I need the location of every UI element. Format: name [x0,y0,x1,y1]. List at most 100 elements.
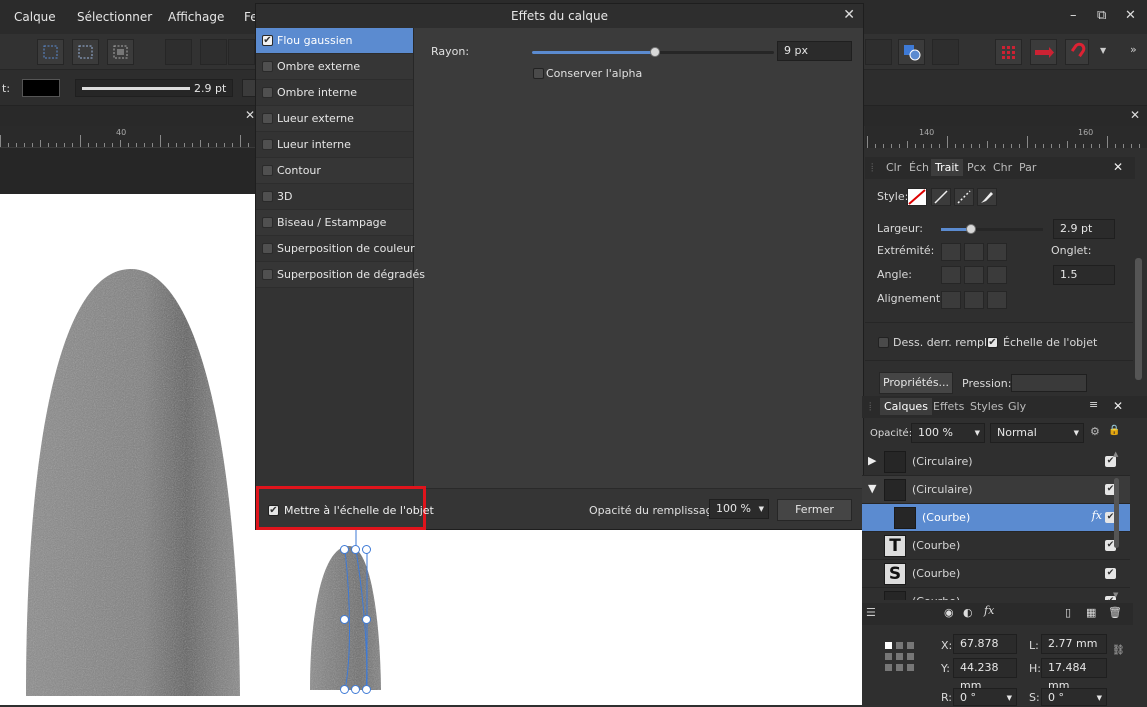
layer-visibility-checkbox[interactable]: ✔ [1105,568,1116,579]
grip-icon[interactable]: ⦙ [869,400,871,414]
effect-item[interactable]: Ombre externe [256,54,413,80]
chevron-down-icon[interactable]: ▼ [1100,46,1106,55]
scroll-down-icon[interactable]: ▼ [1113,591,1118,599]
geometry-icon[interactable] [932,39,959,65]
effect-item[interactable]: Superposition de dégradés [256,262,425,288]
magnet-icon[interactable] [1065,39,1089,65]
no-stroke-icon[interactable] [907,188,927,206]
close-button[interactable]: Fermer [777,499,852,521]
rotation-select[interactable]: 0 ° ▼ [953,688,1017,706]
effect-checkbox[interactable] [262,113,273,124]
layers-stack-icon[interactable]: ☰ [866,606,876,619]
anchor-selector[interactable] [883,639,923,675]
tab-layers[interactable]: Calques [880,398,932,415]
align-center-icon[interactable] [964,291,984,309]
layer-row[interactable]: ▼ (Circulaire) ✔ [862,476,1130,504]
selection-handle[interactable] [340,545,349,554]
link-icon[interactable]: ⛓ [1112,645,1125,656]
selection-handle[interactable] [340,685,349,694]
blend-mode-select[interactable]: Normal ▼ [990,423,1084,443]
miter-input[interactable]: 1.5 [1053,265,1115,285]
tab-ech[interactable]: Éch [909,161,929,174]
tab-styles[interactable]: Styles [970,400,1003,413]
effect-checkbox[interactable]: ✔ [262,35,273,46]
layer-row[interactable]: T (Courbe) ✔ [862,532,1130,560]
effect-checkbox[interactable] [262,139,273,150]
close-icon[interactable]: ✕ [1113,399,1123,413]
layer-row[interactable]: (Courbe)✔ [862,588,1130,600]
radius-slider-track[interactable] [532,47,774,57]
pressure-graph[interactable] [1011,374,1087,392]
w-input[interactable]: 2.77 mm [1041,634,1107,654]
effect-item[interactable]: Biseau / Estampage [256,210,413,236]
selection-handle[interactable] [351,545,360,554]
tab-effects[interactable]: Effets [933,400,964,413]
close-window-button[interactable]: ✕ [1125,8,1136,23]
menu-item-affichage[interactable]: Affichage [168,10,224,24]
scale-object-checkbox[interactable]: ✔ [987,337,998,348]
effect-item[interactable]: Lueur interne [256,132,413,158]
fx-icon[interactable]: fx [1092,509,1102,522]
selection-handle[interactable] [362,615,371,624]
shear-select[interactable]: 0 ° ▼ [1041,688,1107,706]
effect-checkbox[interactable] [262,165,273,176]
tab-pcx[interactable]: Pcx [967,161,986,174]
collapse-icon[interactable]: ▼ [868,482,876,495]
effect-item[interactable]: Superposition de couleur [256,236,415,262]
miter-join-icon[interactable] [941,266,961,284]
effect-checkbox[interactable] [262,269,273,280]
close-icon[interactable]: ✕ [843,7,855,23]
snapping-grid-icon[interactable] [995,39,1022,65]
butt-cap-icon[interactable] [941,243,961,261]
close-document-icon[interactable]: ✕ [245,108,255,122]
layer-opacity-select[interactable]: 100 % ▼ [911,423,985,443]
effect-item[interactable]: Contour [256,158,413,184]
effect-checkbox[interactable] [262,87,273,98]
square-cap-icon[interactable] [987,243,1007,261]
layer-row[interactable]: S (Courbe) ✔ [862,560,1130,588]
round-cap-icon[interactable] [964,243,984,261]
width-slider-knob[interactable] [966,224,976,234]
preserve-alpha-checkbox[interactable] [533,68,544,79]
boolean-icon[interactable] [865,39,892,65]
arrange-icon[interactable] [228,39,255,65]
y-input[interactable]: 44.238 mm [953,658,1017,692]
right-panel-scrollbar[interactable] [1136,258,1142,380]
align-outside-icon[interactable] [987,291,1007,309]
snapping-options-icon[interactable] [1030,39,1057,65]
group-icon[interactable]: ▦ [1086,606,1096,619]
properties-button[interactable]: Propriétés... [879,372,953,394]
width-input[interactable]: 2.9 pt [1053,219,1115,239]
expand-icon[interactable]: ▶ [868,454,876,467]
trash-icon[interactable]: 🗑 [1108,606,1122,619]
align-inside-icon[interactable] [941,291,961,309]
effect-item[interactable]: Lueur externe [256,106,413,132]
solid-stroke-icon[interactable] [931,188,951,206]
stroke-dropdown-button[interactable] [242,79,256,97]
effect-item[interactable]: Ombre interne [256,80,413,106]
select-all-icon[interactable] [37,39,64,65]
arrange-icon[interactable] [165,39,192,65]
radius-slider-knob[interactable] [650,47,661,57]
h-input[interactable]: 17.484 mm [1041,658,1107,692]
tab-trait[interactable]: Trait [931,159,963,176]
arrange-icon[interactable] [200,39,227,65]
scroll-up-icon[interactable]: ▲ [1113,450,1118,458]
selection-handle[interactable] [340,615,349,624]
layer-row[interactable]: ▶ (Circulaire) ✔ [862,448,1130,476]
selection-handle[interactable] [362,685,371,694]
selection-handle[interactable] [362,545,371,554]
minimize-button[interactable]: – [1070,8,1077,23]
close-icon[interactable]: ✕ [1113,160,1123,174]
add-layer-icon[interactable]: ▯ [1065,606,1071,619]
selection-handle[interactable] [351,685,360,694]
maximize-button[interactable]: ⧉ [1097,8,1106,23]
effect-item[interactable]: ✔ Flou gaussien [256,28,413,54]
close-document-icon[interactable]: ✕ [1130,108,1140,122]
round-join-icon[interactable] [964,266,984,284]
width-slider-track[interactable] [941,224,1043,234]
draw-behind-checkbox[interactable] [878,337,889,348]
stroke-color-swatch[interactable] [22,79,60,97]
effect-checkbox[interactable] [262,191,273,202]
x-input[interactable]: 67.878 mm [953,634,1017,668]
